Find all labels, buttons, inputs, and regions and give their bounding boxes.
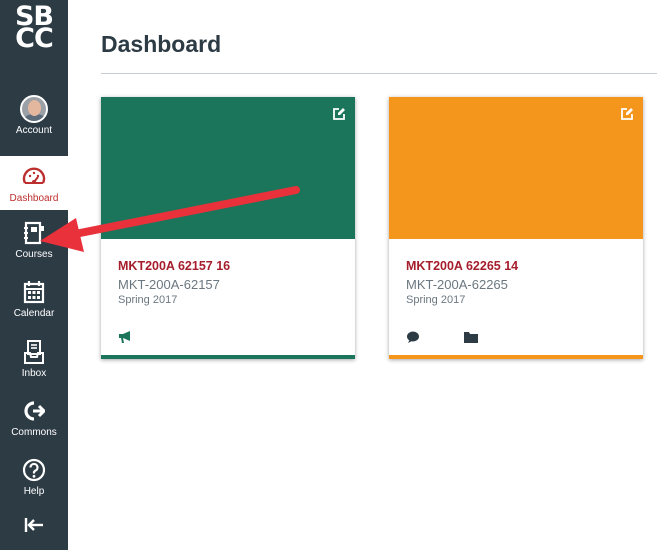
course-card-color-bar (101, 355, 355, 359)
course-card[interactable]: MKT200A 62157 16 MKT-200A-62157 Spring 2… (101, 97, 355, 359)
course-title[interactable]: MKT200A 62265 14 (406, 259, 518, 273)
nav-label-courses: Courses (15, 249, 53, 260)
course-code: MKT-200A-62265 (406, 277, 508, 292)
course-title[interactable]: MKT200A 62157 16 (118, 259, 230, 273)
page-title: Dashboard (101, 31, 222, 57)
course-term: Spring 2017 (406, 294, 466, 306)
main-content: Dashboard MKT200A 62157 16 MKT-200A-6215… (68, 0, 657, 550)
course-code: MKT-200A-62157 (118, 277, 220, 292)
nav-item-help[interactable]: Help (0, 455, 68, 503)
course-card[interactable]: MKT200A 62265 14 MKT-200A-62265 Spring 2… (389, 97, 643, 359)
nav-item-calendar[interactable]: Calendar (0, 277, 68, 325)
nav-label-account: Account (15, 125, 53, 136)
courses-icon (0, 218, 68, 248)
inbox-icon (0, 337, 68, 367)
title-divider (101, 73, 657, 74)
nav-label-help: Help (23, 486, 45, 497)
course-card-actions (118, 329, 176, 345)
collapse-nav-button[interactable] (0, 510, 68, 540)
global-nav-sidebar: SB CC Account Dashboard Courses Calendar… (0, 0, 68, 550)
calendar-icon (0, 277, 68, 307)
logo-line-2: CC (15, 23, 54, 54)
sbcc-logo[interactable]: SB CC (4, 3, 64, 70)
help-icon (0, 455, 68, 485)
nav-item-account[interactable]: Account (0, 94, 68, 150)
edit-color-icon[interactable] (620, 107, 634, 121)
nav-item-dashboard[interactable]: Dashboard (0, 156, 68, 210)
nav-item-inbox[interactable]: Inbox (0, 337, 68, 385)
discussions-icon[interactable] (406, 330, 420, 344)
nav-label-inbox: Inbox (21, 368, 47, 379)
course-card-hero[interactable] (101, 97, 355, 239)
nav-label-commons: Commons (11, 427, 57, 438)
commons-icon (0, 396, 68, 426)
files-icon[interactable] (464, 331, 478, 343)
speedometer-icon (0, 162, 68, 192)
nav-label-calendar: Calendar (13, 308, 55, 319)
nav-label-dashboard: Dashboard (9, 193, 59, 204)
course-card-actions (406, 329, 522, 345)
course-term: Spring 2017 (118, 294, 178, 306)
nav-item-commons[interactable]: Commons (0, 396, 68, 444)
course-card-color-bar (389, 355, 643, 359)
nav-item-courses[interactable]: Courses (0, 218, 68, 266)
course-card-hero[interactable] (389, 97, 643, 239)
edit-color-icon[interactable] (332, 107, 346, 121)
announcements-icon[interactable] (118, 330, 132, 344)
collapse-arrow-icon (0, 510, 68, 540)
avatar (0, 94, 68, 124)
